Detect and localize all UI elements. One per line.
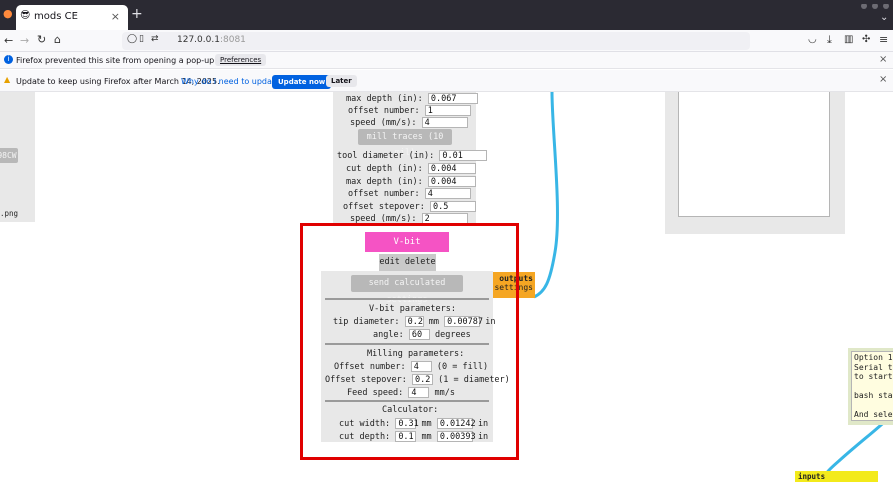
reload-icon[interactable]: ↻ xyxy=(37,33,46,46)
wire-top xyxy=(533,92,559,299)
new-tab-button[interactable]: + xyxy=(131,6,143,22)
option-line-4: bash star xyxy=(854,391,893,400)
option-line-1: Option 1: xyxy=(854,353,893,362)
option-line-5: And selec xyxy=(854,410,893,419)
info-icon: i xyxy=(4,55,13,64)
close-popup-notice-icon[interactable]: × xyxy=(879,54,887,65)
url-bar[interactable]: ◯ ▯ ⇄ 127.0.0.1:8081 xyxy=(122,32,750,50)
max-depth2-input[interactable]: 0.004 xyxy=(427,176,476,187)
offset-stepover-label: offset stepover: xyxy=(343,202,425,212)
mods-canvas[interactable]: 98CW .png max depth (in): 0.067 offset n… xyxy=(0,92,893,482)
tool-diameter-label: tool diameter (in): xyxy=(337,151,435,161)
browser-tab[interactable]: 😎 mods CE × xyxy=(16,5,128,30)
view-textarea[interactable] xyxy=(678,92,830,217)
update-later-button[interactable]: Later xyxy=(326,75,357,87)
offset-number-input[interactable]: 1 xyxy=(424,105,471,116)
preferences-button[interactable]: Preferences xyxy=(215,54,267,66)
inputs-label: inputs xyxy=(798,472,826,481)
close-update-notice-icon[interactable]: × xyxy=(879,74,887,85)
max-depth-input[interactable]: 0.067 xyxy=(427,93,478,104)
mill-module: max depth (in): 0.067 offset number: 1 s… xyxy=(333,92,488,225)
downloads-icon[interactable]: ⤓ xyxy=(827,33,832,47)
update-now-button[interactable]: Update now xyxy=(272,75,332,89)
warning-icon: ▲ xyxy=(4,75,11,84)
shield-icon[interactable]: ◯ xyxy=(127,34,137,44)
view-module xyxy=(665,92,845,234)
popup-blocked-bar: i Firefox prevented this site from openi… xyxy=(0,52,893,69)
option-textarea[interactable]: Option 1: Serial to to start bash star A… xyxy=(851,351,893,421)
app-menu-icon[interactable]: ≡ xyxy=(879,33,888,46)
page-info-icon[interactable]: ▯ xyxy=(139,34,144,44)
browser-titlebar: ● 😎 mods CE × + ⌄ xyxy=(0,0,893,30)
back-icon[interactable]: ← xyxy=(4,34,13,47)
tool-diameter-input[interactable]: 0.01 xyxy=(439,150,488,161)
offset-number2-input[interactable]: 4 xyxy=(424,188,471,199)
tab-favicon-icon: 😎 xyxy=(20,10,31,21)
url-text: 127.0.0.1:8081 xyxy=(177,35,246,45)
firefox-menu-icon[interactable]: ● xyxy=(3,7,13,20)
forward-icon[interactable]: → xyxy=(20,34,29,47)
mill-traces-button[interactable]: mill traces (10 mil) xyxy=(358,129,452,158)
option-line-2: Serial to xyxy=(854,362,893,372)
update-notice-bar: ▲ Update to keep using Firefox after Mar… xyxy=(0,70,893,92)
extensions-icon[interactable]: ✣ xyxy=(862,34,870,45)
highlight-box xyxy=(300,223,519,460)
popup-notice-text: Firefox prevented this site from opening… xyxy=(16,56,249,65)
left-module-button[interactable]: 98CW xyxy=(0,148,18,163)
left-module: 98CW .png xyxy=(0,92,35,222)
offset-stepover-input[interactable]: 0.5 xyxy=(430,201,477,212)
inputs-port[interactable]: inputs xyxy=(795,471,878,482)
window-controls-icon[interactable] xyxy=(860,0,890,9)
max-depth2-label: max depth (in): xyxy=(346,177,423,187)
offset-number2-label: offset number: xyxy=(348,189,420,199)
cut-depth-label: cut depth (in): xyxy=(346,164,423,174)
option-line-3: to start xyxy=(854,372,893,381)
url-port: :8081 xyxy=(219,35,246,45)
pocket-icon[interactable]: ◡ xyxy=(808,34,817,45)
speed-label: speed (mm/s): xyxy=(350,118,417,128)
speed-input[interactable]: 4 xyxy=(421,117,468,128)
permissions-icon[interactable]: ⇄ xyxy=(151,34,159,44)
list-tabs-icon[interactable]: ⌄ xyxy=(880,12,888,23)
update-why-link[interactable]: Why do I need to update? xyxy=(181,77,284,86)
option-module: Option 1: Serial to to start bash star A… xyxy=(848,348,893,425)
cut-depth-input[interactable]: 0.004 xyxy=(427,163,476,174)
tab-close-icon[interactable]: × xyxy=(111,10,120,23)
library-icon[interactable]: ▥ xyxy=(844,34,853,45)
offset-number-label: offset number: xyxy=(348,106,420,116)
tab-title: mods CE xyxy=(34,11,78,22)
url-host: 127.0.0.1 xyxy=(177,35,220,45)
home-icon[interactable]: ⌂ xyxy=(54,33,61,46)
left-module-filename: .png xyxy=(0,209,19,218)
max-depth-label: max depth (in): xyxy=(346,94,423,104)
